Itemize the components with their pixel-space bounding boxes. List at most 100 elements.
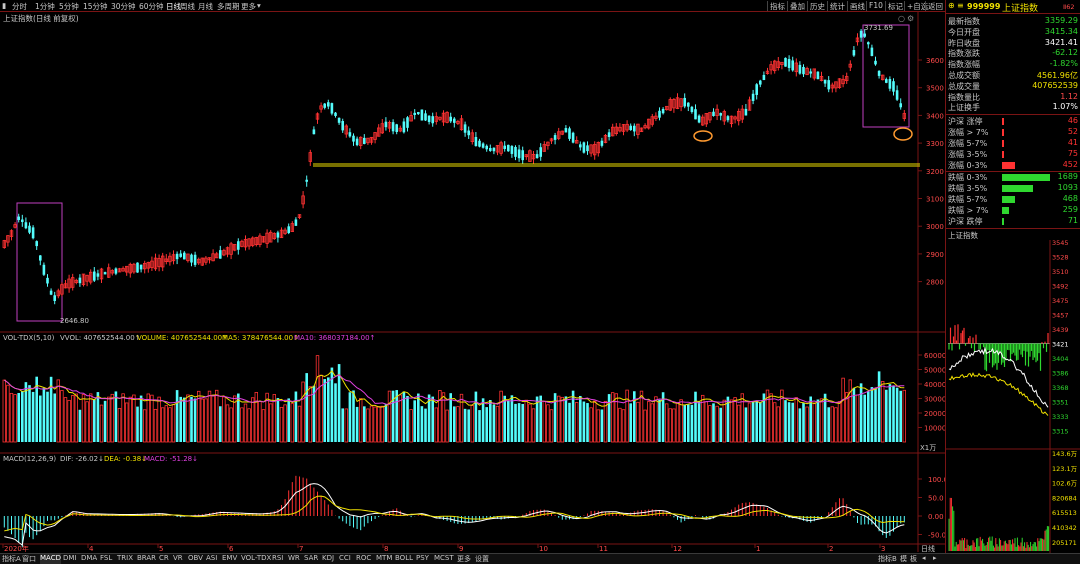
volume-bar <box>384 404 388 442</box>
tab-mtm[interactable]: MTM <box>376 554 392 564</box>
tab-mcst[interactable]: MCST <box>434 554 454 564</box>
tab-macd[interactable]: MACD <box>40 554 61 564</box>
period-tab-1min[interactable]: 1分钟 <box>35 1 55 12</box>
svg-text:VOL-TDX(5,10): VOL-TDX(5,10) <box>3 334 55 342</box>
decline-row-bar <box>1002 207 1010 214</box>
circle-icon[interactable]: ○ <box>898 14 905 23</box>
volume-bar <box>514 403 517 442</box>
intraday-chart[interactable]: 3545 3528 3510 3492 3475 3457 3439 3421 3404 3386… <box>946 240 1080 553</box>
volume-bar <box>42 388 46 442</box>
candle-body <box>867 42 870 45</box>
tab-fsl[interactable]: FSL <box>100 554 112 564</box>
f10-button[interactable]: F10 <box>866 1 883 11</box>
draw-line-button[interactable]: 画线 <box>847 1 865 11</box>
intraday-volume-tick: 820684 <box>1052 494 1077 502</box>
advance-row-bar <box>1002 151 1004 158</box>
volume-tick: 40000 <box>924 381 945 389</box>
chevron-down-icon[interactable]: ▾ <box>257 1 261 10</box>
sort-icon[interactable]: ⊕ <box>948 1 955 10</box>
period-tab-60min[interactable]: 60分钟 <box>139 1 164 12</box>
price-tick: 2900 <box>926 251 944 259</box>
scroll-right-icon[interactable]: ▸ <box>933 554 937 564</box>
period-tab-more[interactable]: 更多 <box>241 1 256 12</box>
period-tab-weekly[interactable]: 周线 <box>180 1 195 12</box>
tab-dma[interactable]: DMA <box>81 554 97 564</box>
history-button[interactable]: 历史 <box>807 1 825 11</box>
macd-tick: 100.0 <box>928 476 945 484</box>
volume-bar <box>276 398 280 442</box>
quote-row: 最新指数 3359.29 <box>948 16 1078 26</box>
period-tab-5min[interactable]: 5分钟 <box>59 1 79 12</box>
tab-indicator-b[interactable]: 指标B <box>878 554 897 564</box>
candle-body <box>870 47 874 56</box>
overlay-button[interactable]: 叠加 <box>787 1 805 11</box>
candle-body <box>391 122 395 132</box>
volume-bar <box>607 394 611 442</box>
intraday-price-tick: 3351 <box>1052 399 1069 407</box>
tab-roc[interactable]: ROC <box>356 554 371 564</box>
quote-panel: ⊕ ≡ 999999 上证指数 Ⅱ62 最新指数 3359.29 今日开盘 3415.… <box>945 0 1080 553</box>
tab-brar[interactable]: BRAR <box>137 554 156 564</box>
tab-vol-tdx[interactable]: VOL-TDX <box>241 554 271 564</box>
tab-boll[interactable]: BOLL <box>395 554 413 564</box>
period-tab-fenshi[interactable]: 分时 <box>12 1 27 12</box>
back-button[interactable]: 返回 <box>925 1 943 11</box>
volume-bar <box>334 383 337 442</box>
period-tab-monthly[interactable]: 月线 <box>198 1 213 12</box>
candle-body <box>28 225 31 233</box>
mark-button[interactable]: 标记 <box>885 1 903 11</box>
volume-bar <box>492 404 496 442</box>
tab-cr[interactable]: CR <box>159 554 169 564</box>
candle-body <box>334 112 337 116</box>
tab-dmi[interactable]: DMI <box>63 554 77 564</box>
volume-bar <box>489 400 492 442</box>
volume-bar <box>467 409 470 442</box>
tab-obv[interactable]: OBV <box>188 554 203 564</box>
decline-row: 沪深 跌停 71 <box>948 216 1078 226</box>
candle-body <box>571 132 575 143</box>
scroll-left-icon[interactable]: ◂ <box>922 554 926 564</box>
tab-settings[interactable]: 设置 <box>475 554 489 564</box>
volume-tick: 20000 <box>924 410 945 418</box>
settings-gear-icon[interactable]: ⚙ <box>907 14 914 23</box>
volume-bar <box>139 395 143 442</box>
price-tick: 2800 <box>926 279 944 287</box>
tab-indicator-a[interactable]: 指标A <box>2 554 21 564</box>
tab-sar[interactable]: SAR <box>304 554 318 564</box>
tab-board[interactable]: 板 <box>910 554 917 564</box>
indicator-button[interactable]: 指标 <box>767 1 785 11</box>
intraday-volume-tick: 143.6万 <box>1052 450 1078 458</box>
candle-body <box>384 121 388 128</box>
volume-bar <box>355 406 359 442</box>
tab-asi[interactable]: ASI <box>206 554 217 564</box>
candle-body <box>885 79 888 83</box>
volume-bar <box>586 403 589 442</box>
tab-window[interactable]: 窗口 <box>22 554 36 564</box>
tab-psy[interactable]: PSY <box>416 554 429 564</box>
candle-body <box>629 125 632 131</box>
period-tab-multi[interactable]: 多周期 <box>217 1 240 12</box>
tab-more[interactable]: 更多 <box>457 554 471 564</box>
tab-vr[interactable]: VR <box>173 554 183 564</box>
tab-cci[interactable]: CCI <box>339 554 351 564</box>
menu-icon[interactable]: ≡ <box>957 1 964 10</box>
period-tab-15min[interactable]: 15分钟 <box>83 1 108 12</box>
tab-kdj[interactable]: KDJ <box>322 554 334 564</box>
candle-body <box>687 102 690 107</box>
decline-row-bar <box>1002 174 1050 181</box>
tab-rsi[interactable]: RSI <box>272 554 283 564</box>
candle-body <box>17 216 20 220</box>
period-tab-30min[interactable]: 30分钟 <box>111 1 136 12</box>
candle-body <box>417 112 420 115</box>
tab-trix[interactable]: TRIX <box>117 554 133 564</box>
svg-text:MACD(12,26,9): MACD(12,26,9) <box>3 455 56 463</box>
tab-wr[interactable]: WR <box>288 554 300 564</box>
tab-template[interactable]: 模 <box>900 554 907 564</box>
volume-bar <box>816 399 820 442</box>
chart-area[interactable]: 上证指数(日线 前复权) ⚙ ○ 36003500340033003200310… <box>0 12 945 552</box>
period-tab-daily[interactable]: 日线 <box>166 1 181 12</box>
volume-bar <box>53 393 56 442</box>
statistics-button[interactable]: 统计 <box>827 1 845 11</box>
price-tick: 3400 <box>926 112 944 120</box>
tab-emv[interactable]: EMV <box>222 554 237 564</box>
